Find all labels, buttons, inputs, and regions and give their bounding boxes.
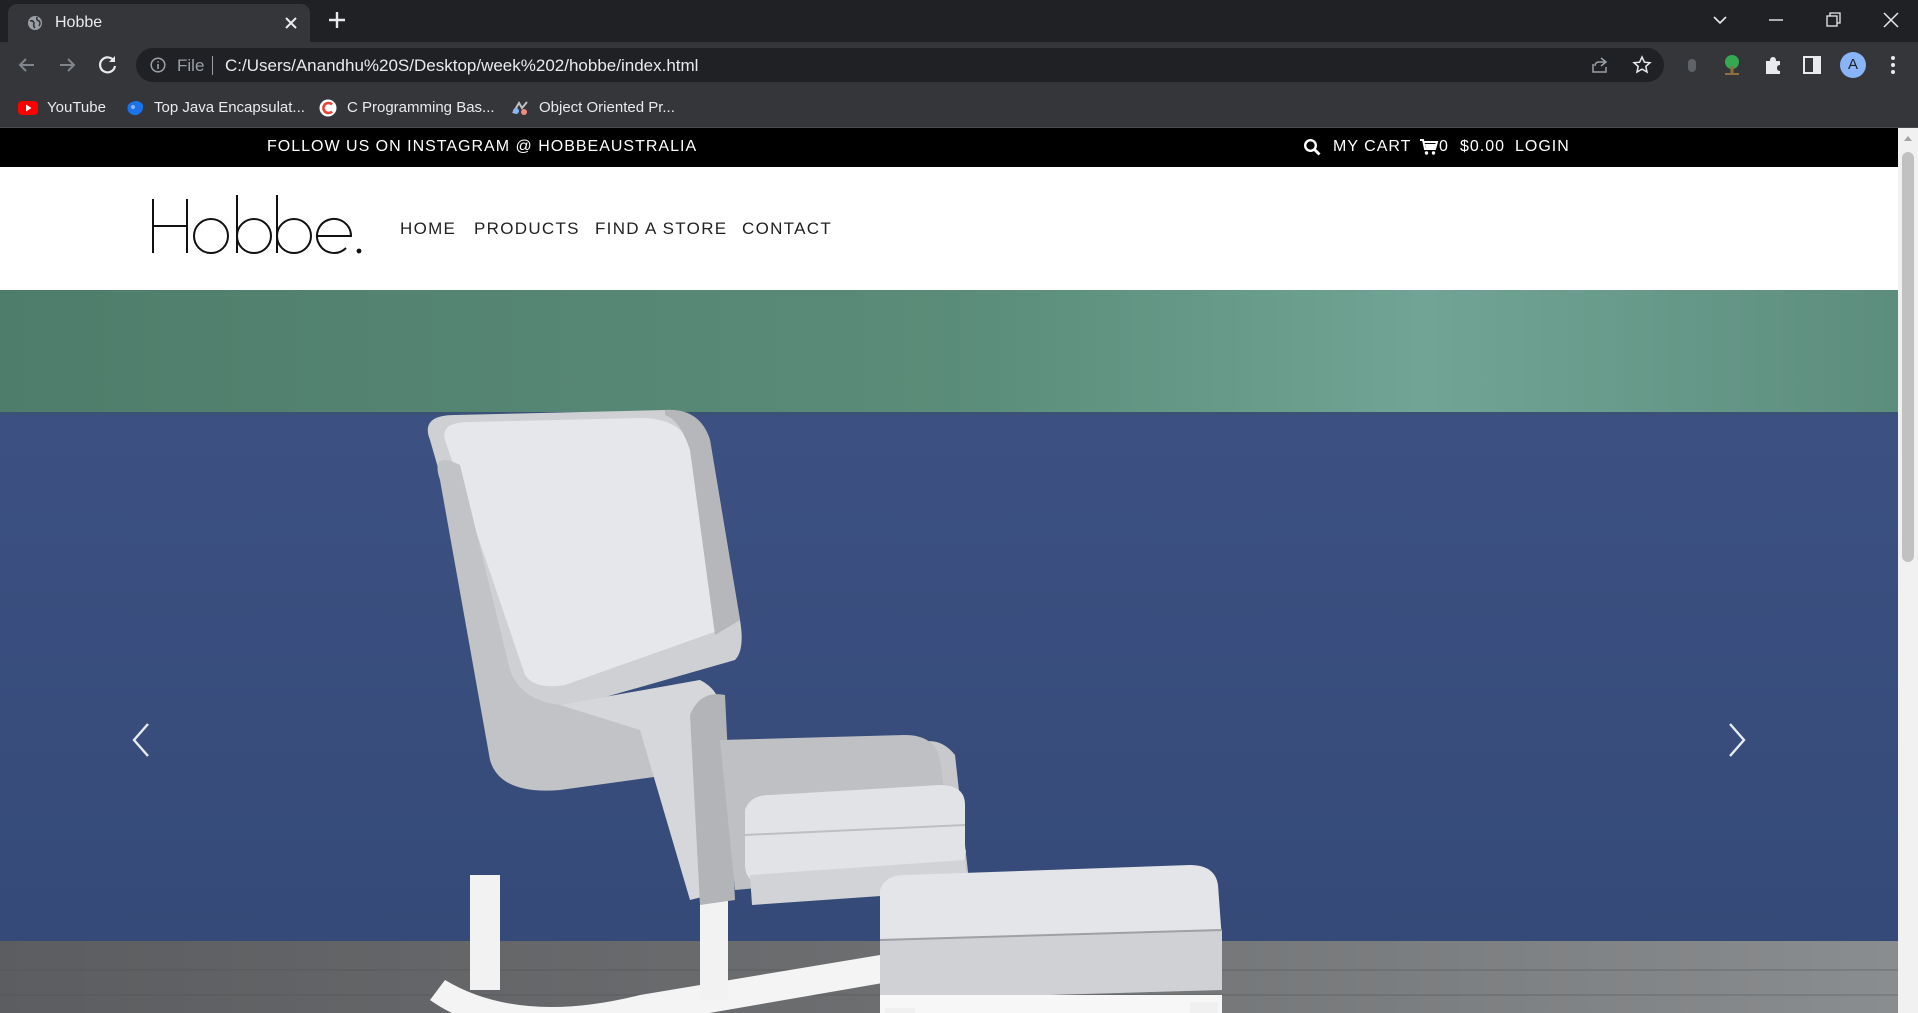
- browser-tab[interactable]: Hobbe: [8, 4, 310, 42]
- close-window-icon[interactable]: [1879, 8, 1903, 32]
- c-icon: [319, 99, 337, 117]
- address-separator: [212, 56, 213, 75]
- my-cart-link[interactable]: MY CART: [1333, 138, 1411, 156]
- hero-carousel: [0, 290, 1898, 1013]
- hobbe-logo[interactable]: [150, 195, 364, 257]
- tree-extension-icon[interactable]: [1721, 54, 1743, 76]
- cart-count: 0: [1439, 138, 1449, 155]
- site-header: HOME PRODUCTS FIND A STORE CONTACT: [0, 167, 1898, 290]
- nav-home[interactable]: HOME: [400, 219, 456, 239]
- youtube-icon: [18, 101, 38, 115]
- bookmark-youtube[interactable]: YouTube: [18, 97, 118, 119]
- close-tab-icon[interactable]: [282, 14, 300, 32]
- menu-dots-icon[interactable]: [1882, 54, 1904, 76]
- back-icon[interactable]: [14, 52, 40, 78]
- browser-toolbar: File C:/Users/Anandhu%20S/Desktop/week%2…: [0, 42, 1918, 88]
- bookmark-label: Top Java Encapsulat...: [154, 99, 305, 116]
- bookmark-java[interactable]: Top Java Encapsulat...: [125, 97, 305, 119]
- nav-contact[interactable]: CONTACT: [742, 219, 832, 239]
- globe-icon: [28, 16, 42, 30]
- java-icon: [127, 101, 144, 116]
- nav-products[interactable]: PRODUCTS: [474, 219, 580, 239]
- bookmark-star-icon[interactable]: [1632, 55, 1652, 75]
- bookmark-label: Object Oriented Pr...: [539, 99, 675, 116]
- site-info-icon[interactable]: [150, 57, 166, 73]
- oop-icon: [512, 101, 528, 115]
- cart-total: $0.00: [1460, 138, 1506, 155]
- share-icon[interactable]: [1590, 55, 1610, 75]
- restore-icon[interactable]: [1821, 8, 1845, 32]
- tab-title: Hobbe: [55, 14, 103, 31]
- instagram-link[interactable]: FOLLOW US ON INSTAGRAM @ HOBBEAUSTRALIA: [267, 138, 697, 156]
- bookmark-oop[interactable]: Object Oriented Pr...: [510, 97, 690, 119]
- page-viewport: FOLLOW US ON INSTAGRAM @ HOBBEAUSTRALIA …: [0, 128, 1898, 1013]
- tab-search-icon[interactable]: [1708, 8, 1732, 32]
- chevron-right-icon[interactable]: [1724, 720, 1750, 760]
- chevron-left-icon[interactable]: [128, 720, 154, 760]
- scrollbar-thumb[interactable]: [1902, 152, 1914, 562]
- address-url[interactable]: C:/Users/Anandhu%20S/Desktop/week%202/ho…: [225, 56, 698, 76]
- nav-find-a-store[interactable]: FIND A STORE: [595, 219, 727, 239]
- side-panel-icon[interactable]: [1801, 54, 1823, 76]
- bookmark-label: C Programming Bas...: [347, 99, 495, 116]
- search-icon[interactable]: [1303, 138, 1321, 156]
- browser-tab-bar: Hobbe: [0, 0, 1918, 42]
- page-scrollbar[interactable]: [1898, 128, 1918, 1013]
- extensions-puzzle-icon[interactable]: [1762, 54, 1784, 76]
- minimize-icon[interactable]: [1764, 8, 1788, 32]
- new-tab-icon[interactable]: [326, 9, 348, 31]
- address-scheme: File: [177, 56, 205, 75]
- cart-icon[interactable]: [1419, 138, 1439, 156]
- hero-image: [0, 290, 1898, 1013]
- forward-icon[interactable]: [54, 52, 80, 78]
- bookmarks-bar: YouTube Top Java Encapsulat... C Program…: [0, 88, 1918, 128]
- login-link[interactable]: LOGIN: [1515, 138, 1570, 156]
- bookmark-c-programming[interactable]: C Programming Bas...: [318, 97, 498, 119]
- scroll-up-icon[interactable]: [1903, 134, 1913, 142]
- promo-top-bar: FOLLOW US ON INSTAGRAM @ HOBBEAUSTRALIA …: [0, 128, 1898, 167]
- reload-icon[interactable]: [95, 52, 121, 78]
- profile-avatar[interactable]: A: [1840, 52, 1866, 78]
- extension-grey-icon[interactable]: [1681, 54, 1703, 76]
- bookmark-label: YouTube: [47, 99, 106, 116]
- address-bar[interactable]: File C:/Users/Anandhu%20S/Desktop/week%2…: [136, 48, 1664, 82]
